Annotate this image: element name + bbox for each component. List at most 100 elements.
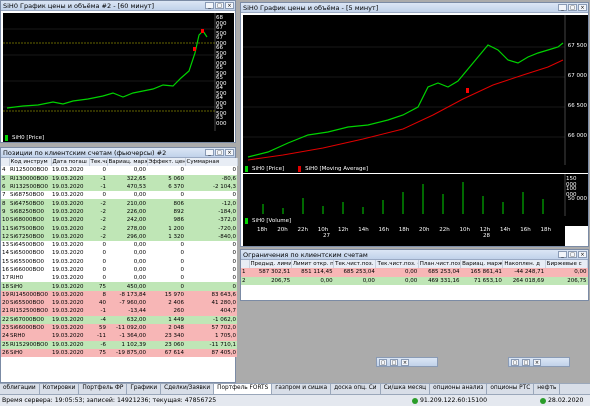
limits-window[interactable]: Ограничения по клиентским счетам _ □ × П… [240,249,589,301]
maximize-icon[interactable]: □ [568,4,577,11]
positions-window[interactable]: Позиции по клиентским счетам (фьючерсы) … [0,147,238,383]
table-cell: 806 [147,199,185,208]
close-icon[interactable]: × [401,358,409,366]
tab-options-board-si[interactable]: доска опц. Си [331,384,381,394]
column-header[interactable]: Тек.чист. [89,158,108,167]
maximize-icon[interactable]: □ [215,2,224,9]
volume-pane-5min[interactable]: 150 000 100 000 50 000 SiH0 [Volume] [243,174,588,226]
column-header[interactable]: Суммарная [185,158,238,167]
table-row[interactable]: 2 206,75 0,00 0,00 0,00 469 331,16 71 653,10 26… [241,276,588,285]
tab-options-rts[interactable]: опционы РТС [487,384,535,394]
table-row[interactable]: 5 RI130000BO0 19.03.2020 -1 322,65 5 060 -80,6 [1,174,237,183]
chart-window-5min-titlebar[interactable]: SiH0 График цены и объёма - [5 минут] _ … [241,3,588,13]
table-row[interactable]: 11 Si67500BO0 19.03.2020 -2 278,00 1 200 -720,… [1,224,237,233]
minimize-icon[interactable]: _ [205,149,214,156]
column-header[interactable] [1,158,10,167]
column-header[interactable]: Накоплен. д [502,260,546,269]
table-row[interactable]: 25 RI152900BO0 19.03.2020 -6 1 102,39 23 060-… [1,340,237,349]
table-row[interactable]: 23 Si66000BO0 19.03.2020 59 -11 092,00 2 048 5… [1,323,237,333]
table-cell: 5 060 [147,174,185,183]
table-cell: 19.03.2020 [51,249,89,258]
table-row[interactable]: 16 Si66000BO0 19.03.2020 0 0,00 0 0 [1,265,237,275]
column-header[interactable]: План.чист.поз. [418,260,462,269]
table-row[interactable]: 12 Si67250BO0 19.03.2020 -2 296,00 1 320 -840,… [1,232,237,241]
table-cell: 0 [185,257,237,266]
tab-charts[interactable]: Графики [127,384,162,394]
column-header[interactable]: Вариац. маржа [460,260,504,269]
server-time-status: Время сервера: 19:05:53; записей: 149212… [2,397,217,404]
close-icon[interactable]: × [578,4,587,11]
price-pane-60min[interactable]: 68 000 67 500 67 000 66 500 66 000 65 50… [3,13,234,142]
table-row[interactable]: 21 RI152500BO0 19.03.2020 -1 -13,44 260 404,7 [1,307,237,316]
tab-gazprom-si[interactable]: газпром и сишка [272,384,332,394]
column-header[interactable]: Эффект. цена [147,158,186,167]
table-cell: 26 [1,348,9,358]
maximize-icon[interactable]: □ [390,358,398,366]
table-row[interactable]: 18 SiH0 19.03.2020 75 450,00 0 0 [1,282,237,291]
column-header[interactable]: Тек.чист.поз. [333,260,377,269]
minimize-icon[interactable]: _ [558,251,567,258]
table-cell: Si65500BO0 [9,257,51,266]
chart-window-60min[interactable]: SiH0 График цены и объёма #2 - [60 минут… [0,0,236,143]
tab-portfolio-fr[interactable]: Портфель ФР [79,384,128,394]
tab-oil[interactable]: нефть [534,384,561,394]
table-row[interactable]: 1 587 302,51 851 114,45 685 253,04 0,00 685 2… [241,268,588,277]
table-cell: 0,00 [107,166,147,175]
table-row[interactable]: 13 Si64500BO0 19.03.2020 0 0,00 0 0 [1,240,237,250]
tab-trades-orders[interactable]: Сделки/Заявки [161,384,215,394]
table-cell: SiH0 [9,282,51,291]
tab-options-analysis[interactable]: опционы анализ [430,384,488,394]
table-row[interactable]: 22 Si67000BO0 19.03.2020 -4 632,00 1 449 -1 06… [1,315,237,324]
tab-bonds[interactable]: облигации [0,384,40,394]
positions-titlebar[interactable]: Позиции по клиентским счетам (фьючерсы) … [1,148,235,158]
maximize-icon[interactable]: □ [215,149,224,156]
table-row[interactable]: 17 RIH0 19.03.2020 0 0,00 0 0 [1,274,237,283]
column-header[interactable]: Дата погаш [51,158,90,167]
maximize-icon[interactable]: □ [522,358,530,366]
table-row[interactable]: 19 RI145000BO0 19.03.2020 8 -8 173,84 15 970 8… [1,290,237,300]
maximize-icon[interactable]: □ [568,251,577,258]
price-pane-5min[interactable]: 67 500 67 000 66 500 66 000 SiH0 [Price]… [243,15,588,173]
limits-table[interactable]: Предыд. лимит Лимит откр. п Тек.чист.поз… [241,260,589,285]
column-header[interactable]: Код инструм [9,158,52,167]
chart-window-60min-titlebar[interactable]: SiH0 График цены и объёма #2 - [60 минут… [1,1,235,11]
table-row[interactable]: 15 Si65500BO0 19.03.2020 0 0,00 0 0 [1,257,237,266]
restore-icon[interactable]: ▢ [511,358,519,366]
minimize-icon[interactable]: _ [205,2,214,9]
table-row[interactable]: 10 Si68000BO0 19.03.2020 -2 242,00 986 -372,0 [1,216,237,225]
table-cell: -7 960,00 [107,299,147,308]
minimize-icon[interactable]: _ [558,4,567,11]
y-tick: 50 000 [567,196,587,202]
tab-portfolio-forts[interactable]: Портфель FORTS [214,384,273,394]
close-icon[interactable]: × [533,358,541,366]
table-row[interactable]: 20 Si65500BO0 19.03.2020 40 -7 960,00 2 406 41… [1,299,237,308]
restore-icon[interactable]: ▢ [379,358,387,366]
tab-si-month[interactable]: Си/шка месяц [381,384,431,394]
positions-table[interactable]: Код инструм Дата погаш Тек.чист. Вариац.… [1,158,238,358]
table-row[interactable]: 14 Si65000BO0 19.03.2020 0 0,00 0 0 [1,249,237,258]
close-icon[interactable]: × [578,251,587,258]
close-icon[interactable]: × [225,149,234,156]
table-row[interactable]: 8 Si64750BO0 19.03.2020 -2 210,00 806 -12,0 [1,199,237,208]
column-header[interactable]: Лимит откр. п [291,260,335,269]
column-header[interactable]: Биржевые с [545,260,589,269]
table-row[interactable]: 7 Si68750BO0 19.03.2020 0 0,00 0 0 [1,191,237,200]
minimized-window[interactable]: ▢ □ × [376,357,438,367]
table-row[interactable]: 4 RI125000BO0 19.03.2020 0 0,00 0 0 [1,166,237,175]
table-cell: 0 [147,240,185,250]
table-row[interactable]: 6 RI132500BO0 19.03.2020 -1 470,53 6 370 -2 10… [1,182,237,192]
table-row[interactable]: 24 SRH0 19.03.2020 -11 -1 364,00 23 340 1 705,… [1,332,237,341]
table-row[interactable]: 26 SiH0 19.03.2020 75 -19 875,00 67 614 87 405… [1,348,237,358]
column-header[interactable] [241,260,250,269]
limits-titlebar[interactable]: Ограничения по клиентским счетам _ □ × [241,250,588,260]
table-row[interactable]: 9 Si68250BO0 19.03.2020 -2 226,00 892 -184,0 [1,207,237,217]
table-cell: 0,00 [107,249,147,258]
close-icon[interactable]: × [225,2,234,9]
tab-quotes[interactable]: Котировки [40,384,80,394]
chart-window-5min[interactable]: SiH0 График цены и объёма - [5 минут] _ … [240,2,589,247]
minimized-window[interactable]: ▢ □ × [508,357,570,367]
column-header[interactable]: Тек.чист.поз. ( [375,260,419,269]
column-header[interactable]: Предыд. лимит [249,260,292,269]
column-header[interactable]: Вариац. маржа [107,158,148,167]
table-cell: 685 253,04 [418,268,461,277]
